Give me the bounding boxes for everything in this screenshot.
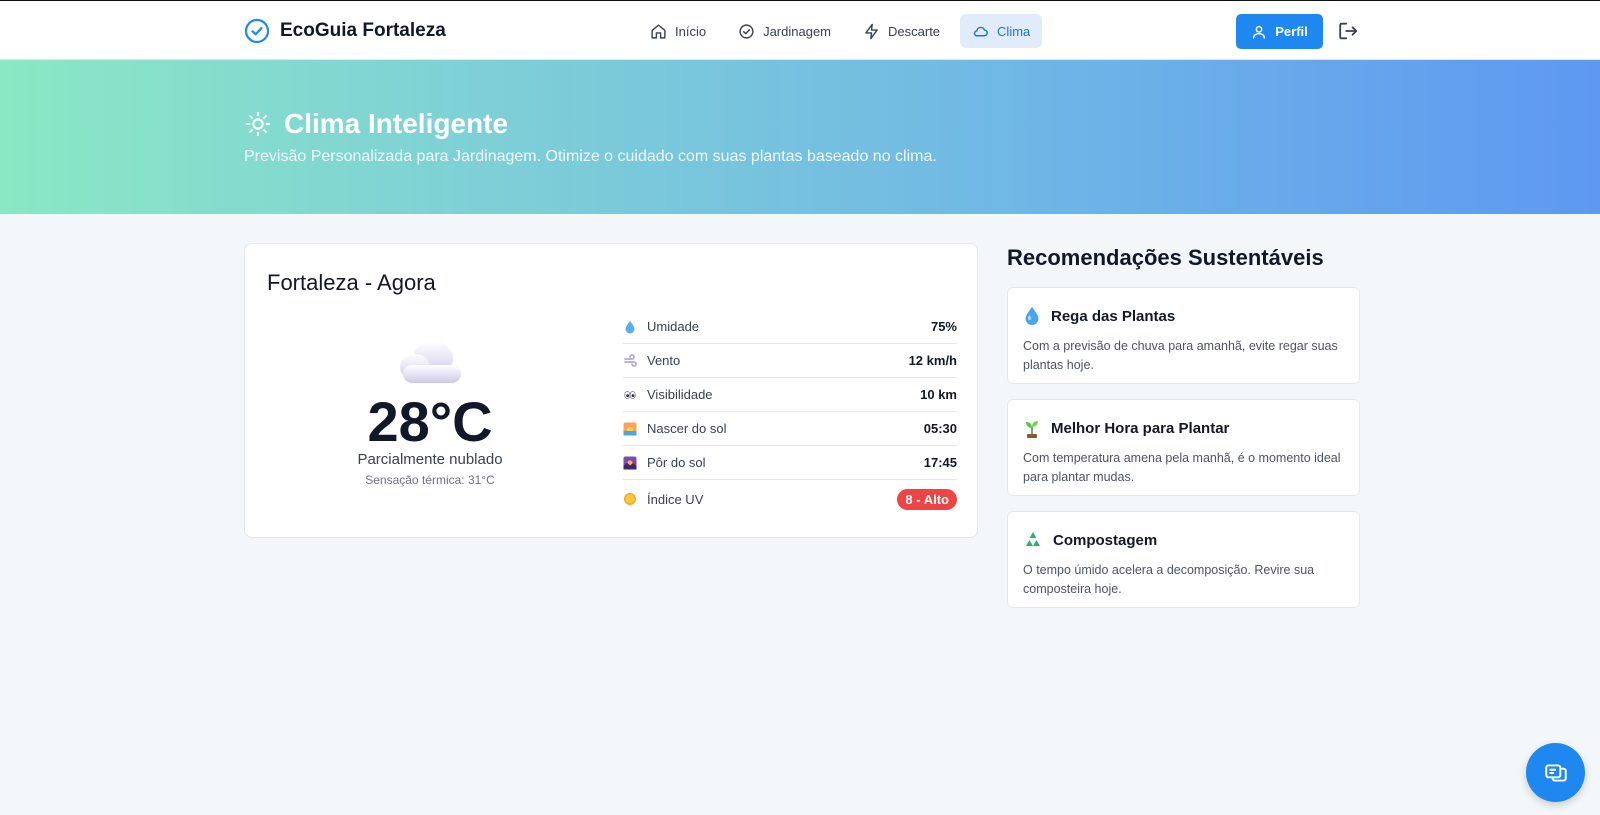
sun-icon xyxy=(245,111,271,137)
hero-title-row: Clima Inteligente xyxy=(244,106,508,142)
recycle-icon xyxy=(1026,532,1040,546)
recommendation-text: Com a previsão de chuva para amanhã, evi… xyxy=(1023,339,1338,372)
nav-item-jardinagem[interactable]: Jardinagem xyxy=(726,14,843,48)
main-nav: Início Jardinagem Descarte Clima xyxy=(638,14,1043,48)
home-icon xyxy=(651,23,666,39)
stat-label: Umidade xyxy=(647,319,700,334)
nav-label: Clima xyxy=(997,23,1031,39)
weather-summary: 28°C Parcialmente nublado Sensação térmi… xyxy=(265,339,595,487)
recommendation-title: Melhor Hora para Plantar xyxy=(1051,419,1230,437)
recommendation-card-watering: Rega das Plantas Com a previsão de chuva… xyxy=(1007,287,1360,384)
weather-stats: Umidade 75% Vento 12 km/h Visibilidade 1… xyxy=(623,310,957,518)
profile-label: Perfil xyxy=(1275,24,1308,39)
recommendations-title: Recomendações Sustentáveis xyxy=(1007,245,1324,270)
droplet-icon xyxy=(625,320,635,333)
seedling-icon xyxy=(1026,421,1038,438)
uv-badge: 8 - Alto xyxy=(897,488,957,510)
chat-fab-button[interactable] xyxy=(1526,743,1585,802)
recommendation-card-compost: Compostagem O tempo úmido acelera a deco… xyxy=(1007,511,1360,608)
droplet-icon xyxy=(1025,307,1039,325)
check-circle-icon xyxy=(244,18,270,44)
stat-row-visibility: Visibilidade 10 km xyxy=(623,378,957,412)
stat-label: Nascer do sol xyxy=(647,421,727,436)
weather-condition: Parcialmente nublado xyxy=(357,451,503,468)
sunrise-icon xyxy=(623,422,637,435)
stat-row-sunset: Pôr do sol 17:45 xyxy=(623,446,957,480)
top-navbar: EcoGuia Fortaleza Início Jardinagem Desc… xyxy=(0,0,1600,60)
stat-label: Visibilidade xyxy=(647,387,713,402)
user-icon xyxy=(1253,25,1266,39)
wind-icon xyxy=(624,353,637,367)
recommendation-card-planting: Melhor Hora para Plantar Com temperatura… xyxy=(1007,399,1360,496)
cloud-icon xyxy=(400,341,461,383)
nav-label: Início xyxy=(675,23,707,39)
nav-item-clima[interactable]: Clima xyxy=(960,14,1043,48)
nav-item-descarte[interactable]: Descarte xyxy=(851,14,952,48)
stat-row-humidity: Umidade 75% xyxy=(623,310,957,344)
page-subtitle: Previsão Personalizada para Jardinagem. … xyxy=(244,148,937,165)
sun-icon xyxy=(624,493,636,505)
profile-button[interactable]: Perfil xyxy=(1236,14,1323,49)
hero-banner: Clima Inteligente Previsão Personalizada… xyxy=(0,60,1600,214)
cloud-icon xyxy=(973,26,988,36)
recommendation-text: Com temperatura amena pela manhã, é o mo… xyxy=(1023,451,1341,484)
check-circle-icon xyxy=(739,23,754,39)
stat-value: 17:45 xyxy=(923,455,957,470)
chat-icon xyxy=(1544,763,1567,782)
recommendation-text: O tempo úmido acelera a decomposição. Re… xyxy=(1023,563,1315,596)
stat-label: Pôr do sol xyxy=(647,455,706,470)
stat-label: Índice UV xyxy=(647,491,704,507)
stat-value: 12 km/h xyxy=(908,353,957,368)
lightning-icon xyxy=(865,23,878,39)
recommendation-title: Compostagem xyxy=(1053,531,1158,549)
feels-like: Sensação térmica: 31°C xyxy=(365,473,495,487)
stat-row-uv: Índice UV 8 - Alto xyxy=(623,480,957,518)
sunset-icon xyxy=(623,456,637,469)
recommendation-title: Rega das Plantas xyxy=(1051,307,1176,325)
stat-row-wind: Vento 12 km/h xyxy=(623,344,957,378)
logout-icon[interactable] xyxy=(1337,20,1359,42)
stat-row-sunrise: Nascer do sol 05:30 xyxy=(623,412,957,446)
stat-label: Vento xyxy=(647,353,681,368)
stat-value: 75% xyxy=(930,319,957,334)
stat-value: 05:30 xyxy=(923,421,957,436)
eyes-icon xyxy=(624,390,636,399)
stat-value: 10 km xyxy=(920,387,957,402)
weather-card-title: Fortaleza - Agora xyxy=(267,270,436,295)
brand-name: EcoGuia Fortaleza xyxy=(280,20,446,41)
nav-item-inicio[interactable]: Início xyxy=(638,14,718,48)
nav-label: Descarte xyxy=(888,23,941,39)
current-weather-card: Fortaleza - Agora 28°C Parcialmente nubl… xyxy=(244,243,978,538)
brand[interactable]: EcoGuia Fortaleza xyxy=(244,17,446,45)
temperature: 28°C xyxy=(367,390,493,453)
page-title: Clima Inteligente xyxy=(284,108,509,139)
nav-label: Jardinagem xyxy=(763,23,832,39)
